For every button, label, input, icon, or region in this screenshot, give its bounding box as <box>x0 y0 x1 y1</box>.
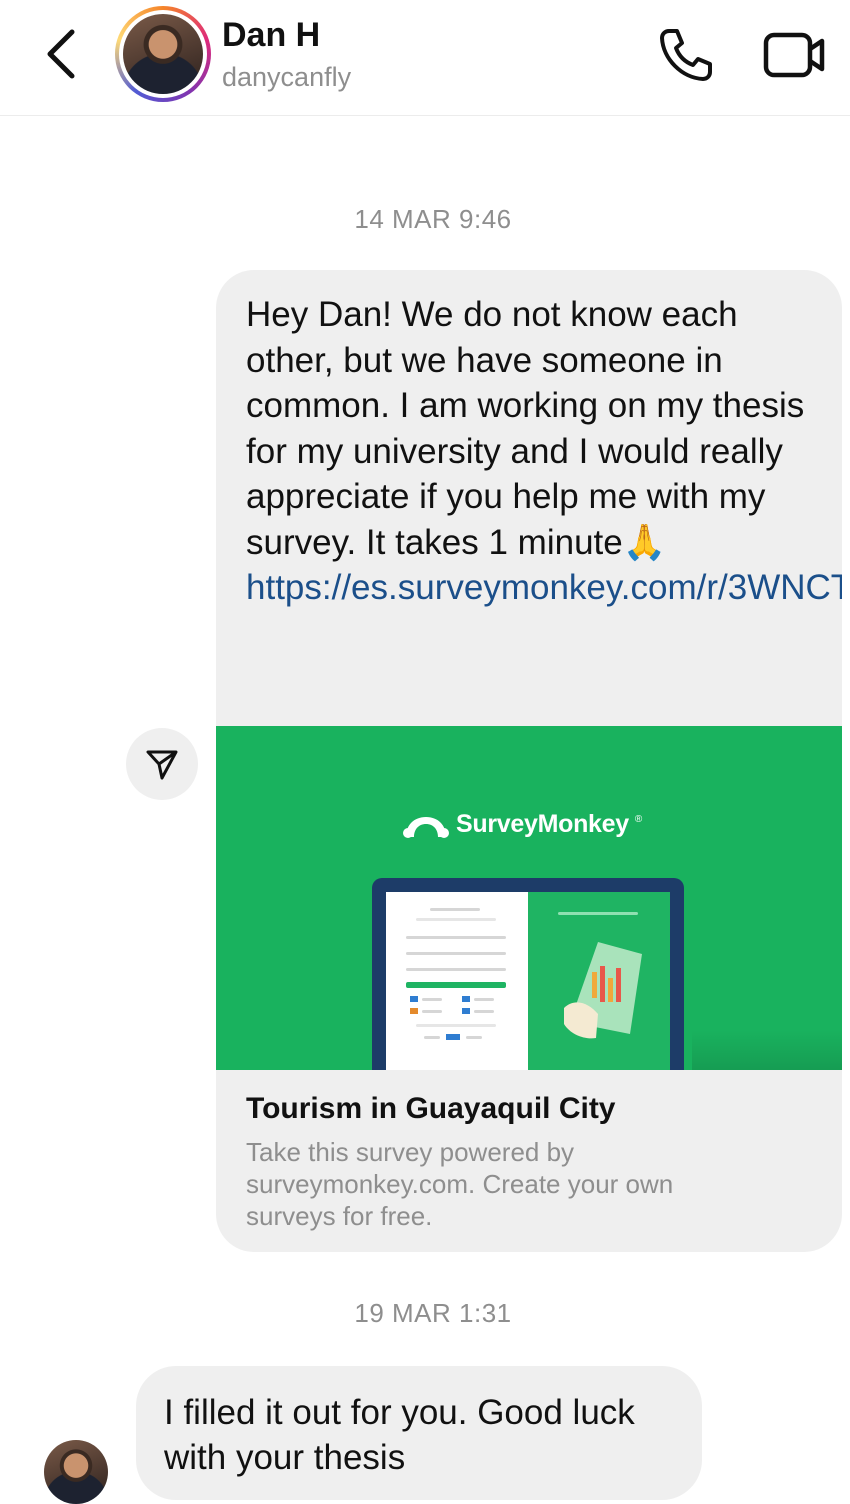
surveymonkey-logo-icon <box>403 816 449 838</box>
phone-icon <box>660 29 712 81</box>
contact-avatar[interactable] <box>115 6 211 102</box>
surveymonkey-logo: SurveyMonkey ® <box>402 810 642 839</box>
chevron-left-icon <box>47 29 75 79</box>
laptop-illustration <box>372 878 684 1070</box>
contact-name[interactable]: Dan H <box>222 16 320 55</box>
chart-card-icon <box>564 942 642 1039</box>
survey-link[interactable]: https://es.surveymonkey.com/r/3WNCTKD <box>246 568 842 607</box>
reply-message[interactable]: I filled it out for you. Good luck with … <box>136 1366 702 1500</box>
shared-link-message[interactable]: Hey Dan! We do not know each other, but … <box>216 270 842 1252</box>
back-button[interactable] <box>36 22 86 86</box>
contact-handle[interactable]: danycanfly <box>222 62 351 93</box>
message-text: Hey Dan! We do not know each other, but … <box>246 292 842 611</box>
sender-avatar[interactable] <box>44 1440 108 1504</box>
link-preview-description: Take this survey powered by surveymonkey… <box>246 1137 674 1231</box>
message-timestamp: 14 MAR 9:46 <box>354 204 512 234</box>
video-camera-icon <box>763 32 825 78</box>
surveymonkey-wordmark: SurveyMonkey <box>456 810 629 838</box>
survey-result-mockup <box>528 892 670 1070</box>
avatar-photo <box>123 14 203 94</box>
survey-form-mockup <box>386 892 528 1070</box>
voice-call-button[interactable] <box>655 26 715 84</box>
share-message-button[interactable] <box>126 728 198 800</box>
chat-header: Dan H danycanfly <box>0 0 850 116</box>
link-preview-title[interactable]: Tourism in Guayaquil City <box>246 1092 616 1126</box>
message-body: Hey Dan! We do not know each other, but … <box>246 295 805 562</box>
link-preview-image[interactable]: SurveyMonkey ® <box>216 726 842 1070</box>
praying-hands-emoji: 🙏 <box>622 522 667 562</box>
video-call-button[interactable] <box>762 28 828 82</box>
message-timestamp: 19 MAR 1:31 <box>354 1298 512 1328</box>
send-arrow-icon <box>146 750 178 780</box>
trademark-mark: ® <box>634 814 643 825</box>
reply-text: I filled it out for you. Good luck with … <box>164 1393 635 1477</box>
